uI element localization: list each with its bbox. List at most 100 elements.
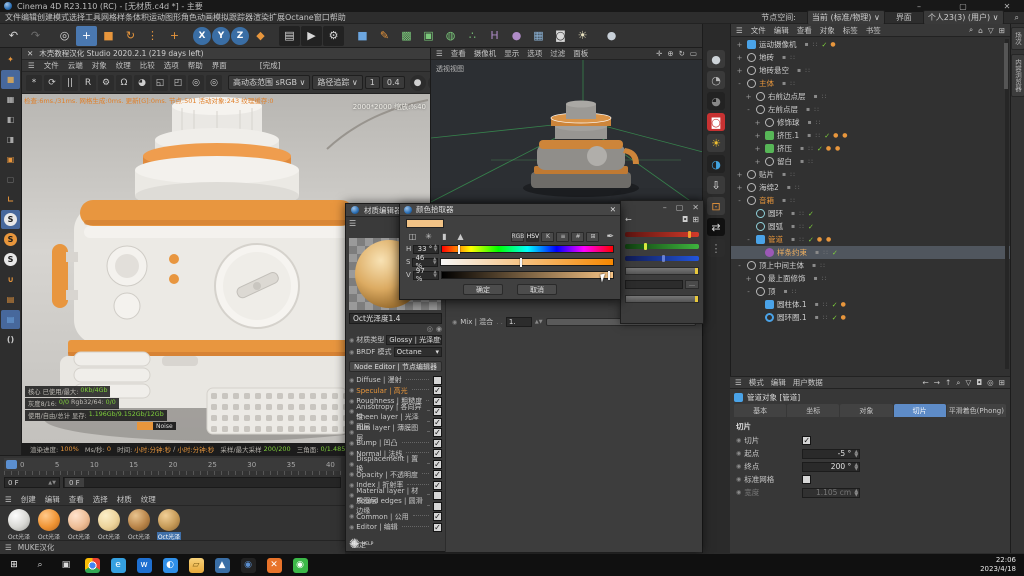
object-label[interactable]: 主体 bbox=[759, 78, 774, 89]
object-label[interactable]: 圆柱体.1 bbox=[777, 299, 807, 310]
attribute-tab[interactable]: 坐标 bbox=[787, 404, 839, 417]
mode-menu-item[interactable]: 用户数据 bbox=[793, 377, 823, 388]
menu-item[interactable]: 跟踪器 bbox=[229, 13, 253, 22]
octane-tool-icon[interactable]: ⚙ bbox=[98, 75, 114, 91]
channel-checkbox[interactable]: ✓ bbox=[433, 481, 442, 490]
expand-icon[interactable]: + bbox=[735, 41, 744, 49]
channel-checkbox[interactable]: ✓ bbox=[433, 407, 442, 416]
octane-side-icon[interactable]: ⋮ bbox=[707, 239, 725, 257]
attribute-value-field[interactable]: -5 °▲▼ bbox=[802, 449, 860, 459]
toolbar-icon[interactable] bbox=[272, 26, 278, 46]
tree-row[interactable]: + 留白 ▪ :: bbox=[731, 155, 1010, 168]
mode-tool-icon[interactable]: ✦ bbox=[1, 50, 20, 69]
toolbar-icon[interactable]: ↶ bbox=[3, 26, 24, 46]
octane-side-icon[interactable]: ● bbox=[707, 50, 725, 68]
expand-icon[interactable]: - bbox=[744, 288, 753, 296]
mode-tool-icon[interactable]: ∟ bbox=[1, 190, 20, 209]
octane-tool-icon[interactable]: ◎ bbox=[188, 75, 204, 91]
channel-checkbox[interactable]: ✓ bbox=[433, 386, 442, 395]
channel-checkbox[interactable]: ✓ bbox=[433, 523, 442, 532]
tree-row[interactable]: + 挤压 ▪ :: ✓ ● ● bbox=[731, 142, 1010, 155]
toolbar-icon[interactable]: ◙ bbox=[550, 26, 571, 46]
menu-item[interactable]: 扩展 bbox=[269, 13, 285, 22]
enable-dots[interactable]: ▪ :: bbox=[791, 210, 805, 217]
toolbar-icon[interactable]: ✎ bbox=[374, 26, 395, 46]
mode-tool-icon[interactable]: ▢ bbox=[1, 170, 20, 189]
enable-dots[interactable]: ▪ :: bbox=[807, 132, 821, 139]
object-label[interactable]: 音箱 bbox=[759, 195, 774, 206]
mode-tool-icon[interactable]: ▣ bbox=[1, 150, 20, 169]
octane-tool-icon[interactable]: ◕ bbox=[134, 75, 150, 91]
picker-mode-button[interactable]: ≡ bbox=[556, 232, 569, 242]
mode-tool-icon[interactable]: ⌕ bbox=[956, 378, 960, 388]
toolbar-icon[interactable] bbox=[594, 26, 600, 46]
expand-icon[interactable]: + bbox=[753, 158, 762, 166]
attribute-tab[interactable]: 切片 bbox=[894, 404, 946, 417]
dock-tab[interactable]: 场次 bbox=[1011, 27, 1024, 50]
node-editor-button[interactable]: Node Editor | 节点编辑器 bbox=[349, 361, 442, 372]
object-label[interactable]: 地砖悬空 bbox=[759, 65, 789, 76]
menu-item[interactable]: 动画 bbox=[197, 13, 213, 22]
keyframe-dot-icon[interactable]: ◉ bbox=[349, 471, 354, 478]
mm-menu-item[interactable]: 查看 bbox=[69, 494, 84, 505]
value-slider[interactable] bbox=[441, 271, 614, 279]
mode-tool-icon[interactable]: ⊞ bbox=[999, 378, 1005, 387]
mix-value-field[interactable]: 1. bbox=[506, 317, 532, 327]
keyframe-dot-icon[interactable]: ◉ bbox=[349, 377, 354, 384]
octane-tool-icon[interactable]: ◱ bbox=[152, 75, 168, 91]
keyframe-dot-icon[interactable]: ◉ bbox=[736, 489, 741, 496]
toolbar-icon[interactable]: ◆ bbox=[250, 26, 271, 46]
taskbar-app-icon[interactable]: e bbox=[106, 555, 130, 575]
object-label[interactable]: 顶 bbox=[768, 286, 776, 297]
octane-menu-item[interactable]: 纹理 bbox=[116, 60, 131, 71]
mm-menu-item[interactable]: 创建 bbox=[21, 494, 36, 505]
viewport-menu-item[interactable]: 面板 bbox=[573, 48, 588, 59]
material-thumbnail[interactable]: Oct光泽 bbox=[36, 509, 62, 541]
toolbar-icon[interactable]: ● bbox=[506, 26, 527, 46]
object-label[interactable]: 挤压.1 bbox=[777, 130, 799, 141]
hdr-dropdown[interactable]: 高动态范围 sRGB ∨ bbox=[228, 75, 310, 90]
tree-row[interactable]: + 最上面修饰 ▪ :: bbox=[731, 272, 1010, 285]
viewport-menu-item[interactable]: 过滤 bbox=[550, 48, 565, 59]
taskbar-app-icon[interactable]: w bbox=[132, 555, 156, 575]
material-thumbnail[interactable]: Oct光泽 bbox=[126, 509, 152, 541]
attribute-tab[interactable]: 对象 bbox=[840, 404, 892, 417]
keyframe-dot-icon[interactable]: ◉ bbox=[349, 349, 354, 356]
toolbar-icon[interactable]: + bbox=[164, 26, 185, 46]
expand-icon[interactable]: - bbox=[735, 197, 744, 205]
value-value-field[interactable]: 97 %▲▼ bbox=[413, 271, 439, 280]
toolbar-icon[interactable]: ■ bbox=[98, 26, 119, 46]
toolbar-icon[interactable]: ● bbox=[601, 26, 622, 46]
toolbar-icon[interactable]: ▣ bbox=[418, 26, 439, 46]
toolbar-icon[interactable]: H bbox=[484, 26, 505, 46]
material-name-field[interactable]: Oct光泽度1.4 bbox=[349, 313, 442, 324]
assign-label[interactable]: 指定 bbox=[352, 540, 366, 550]
octane-menu-item[interactable]: 选项 bbox=[164, 60, 179, 71]
expand-icon[interactable]: + bbox=[735, 67, 744, 75]
object-label[interactable]: 贴片 bbox=[759, 169, 774, 180]
octane-tool-icon[interactable]: Ω bbox=[116, 75, 132, 91]
octane-menu-item[interactable]: 比较 bbox=[140, 60, 155, 71]
toolbar-icon[interactable]: ▶ bbox=[301, 26, 322, 46]
enable-dots[interactable]: ▪ :: bbox=[800, 145, 814, 152]
green-slider[interactable] bbox=[625, 244, 699, 249]
cancel-button[interactable]: 取消 bbox=[517, 284, 557, 295]
mm-menu-item[interactable]: 材质 bbox=[117, 494, 132, 505]
keyframe-dot-icon[interactable]: ◉ bbox=[349, 492, 354, 499]
timeline-ruler[interactable]: 0510152025303540 bbox=[4, 458, 341, 471]
taskbar-app-icon[interactable]: ⊞ bbox=[2, 555, 26, 575]
menu-item[interactable]: 帮助 bbox=[330, 13, 346, 22]
current-frame-field[interactable]: 0 F▲▼ bbox=[4, 477, 60, 488]
material-thumbnail[interactable]: Oct光泽 bbox=[156, 509, 182, 541]
toolbar-icon[interactable] bbox=[186, 26, 192, 46]
octane-side-icon[interactable]: ⇄ bbox=[707, 218, 725, 236]
object-label[interactable]: 圆环 bbox=[768, 208, 783, 219]
material-type-dropdown[interactable]: Glossy | 光泽度▾ bbox=[386, 335, 442, 345]
tree-row[interactable]: 圆环 ▪ :: ✓ bbox=[731, 207, 1010, 220]
octane-menu-item[interactable]: 文件 bbox=[44, 60, 59, 71]
keyframe-dot-icon[interactable]: ◉ bbox=[349, 440, 354, 447]
octane-tool-icon[interactable]: ◰ bbox=[170, 75, 186, 91]
toolbar-icon[interactable]: ▦ bbox=[528, 26, 549, 46]
keyframe-dot-icon[interactable]: ◉ bbox=[452, 319, 457, 326]
viewport-menu-item[interactable]: 摄像机 bbox=[474, 48, 497, 59]
